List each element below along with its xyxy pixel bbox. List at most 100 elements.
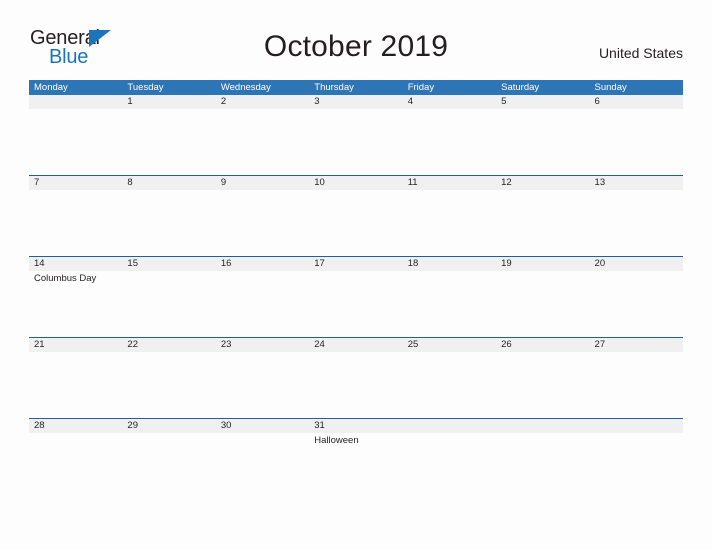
day-number: 26: [501, 339, 512, 350]
calendar-day-cell[interactable]: 13: [589, 176, 683, 256]
calendar-day-cell[interactable]: 16: [215, 257, 310, 337]
calendar-day-cell[interactable]: 27: [589, 338, 683, 418]
calendar-day-cell[interactable]: 29: [122, 419, 216, 499]
calendar-day-cell[interactable]: 12: [496, 176, 590, 256]
calendar-day-cell[interactable]: 17: [309, 257, 403, 337]
day-number: 24: [314, 339, 325, 350]
calendar-day-cell[interactable]: 22: [122, 338, 216, 418]
day-events: Columbus Day: [29, 271, 122, 285]
day-number: 2: [220, 96, 227, 107]
day-number: 29: [127, 420, 138, 431]
day-number: 8: [127, 177, 133, 188]
day-events: [403, 352, 496, 354]
calendar-day-cell[interactable]: 7: [29, 176, 123, 256]
day-events: [590, 352, 683, 354]
week-days: 1 2 3 4 5 6: [29, 95, 683, 175]
day-events: [216, 352, 309, 354]
day-number: 12: [501, 177, 512, 188]
day-events: [122, 190, 215, 192]
day-number: 13: [594, 177, 606, 188]
calendar-day-cell[interactable]: 15: [122, 257, 216, 337]
day-events: [29, 433, 122, 435]
week-days: 21 22 23 24 25 26 27: [29, 338, 683, 418]
calendar-day-cell[interactable]: 31 Halloween: [309, 419, 403, 499]
week-days: 14 Columbus Day 15 16 17 18 19 20: [29, 257, 683, 337]
day-events: [496, 352, 589, 354]
weekday-header-saturday: Saturday: [501, 82, 540, 93]
day-events: [216, 109, 309, 111]
calendar-day-cell[interactable]: [29, 95, 123, 175]
calendar-page: General Blue October 2019 United States …: [0, 0, 712, 550]
calendar-day-cell[interactable]: 24: [309, 338, 403, 418]
day-number: [496, 419, 589, 433]
week-days: 28 29 30 31 Halloween: [29, 419, 683, 499]
calendar-day-cell[interactable]: 18: [402, 257, 497, 337]
day-number: 9: [220, 177, 227, 188]
calendar-day-cell[interactable]: 19: [496, 257, 590, 337]
day-events: [29, 190, 122, 192]
day-events: [216, 433, 309, 435]
weekday-header-thursday: Thursday: [314, 82, 354, 93]
calendar-week-row: 14 Columbus Day 15 16 17 18 19 20: [29, 256, 683, 337]
day-number: 22: [127, 339, 138, 350]
calendar-week-row: 7 8 9 10 11 12 13: [29, 175, 683, 256]
calendar-day-cell[interactable]: 28: [29, 419, 123, 499]
calendar-weeks: 1 2 3 4 5 6 7 8 9 10 11 12 13 14 Columbus Day 15 16 17 18 1…: [29, 95, 683, 499]
day-events: [216, 190, 309, 192]
day-number: 20: [594, 258, 606, 269]
calendar-day-cell[interactable]: 23: [215, 338, 310, 418]
day-events: [122, 109, 215, 111]
day-events: [403, 190, 496, 192]
day-number: 15: [127, 258, 138, 269]
day-number: 11: [407, 177, 418, 188]
day-number: [403, 419, 496, 433]
calendar-day-cell[interactable]: 9: [215, 176, 310, 256]
calendar-day-cell[interactable]: 10: [309, 176, 403, 256]
calendar-day-cell[interactable]: 3: [309, 95, 403, 175]
holiday-label: Columbus Day: [34, 273, 97, 284]
calendar-day-cell[interactable]: 25: [402, 338, 497, 418]
calendar-week-row: 1 2 3 4 5 6: [29, 95, 683, 175]
day-number: 30: [220, 420, 232, 431]
day-number: 17: [314, 258, 325, 269]
calendar-day-cell[interactable]: 2: [215, 95, 310, 175]
calendar-day-cell[interactable]: [496, 419, 590, 499]
calendar-day-cell[interactable]: 26: [496, 338, 590, 418]
day-number: 23: [220, 339, 232, 350]
day-events: [590, 433, 683, 435]
day-events: [216, 271, 309, 273]
region-label: United States: [598, 45, 683, 61]
day-number: 21: [34, 339, 45, 350]
calendar-day-cell[interactable]: 5: [496, 95, 590, 175]
holiday-label: Halloween: [314, 435, 359, 446]
day-events: [590, 109, 683, 111]
day-number: 6: [594, 96, 600, 107]
day-number: 10: [314, 177, 325, 188]
weekday-header-sunday: Sunday: [594, 82, 627, 93]
calendar-day-cell[interactable]: 4: [402, 95, 497, 175]
day-events: [29, 109, 122, 111]
day-number: 19: [501, 258, 512, 269]
calendar-day-cell[interactable]: 1: [122, 95, 216, 175]
day-number: [590, 419, 683, 433]
calendar-day-cell[interactable]: 6: [589, 95, 683, 175]
calendar-day-cell[interactable]: 11: [402, 176, 497, 256]
week-days: 7 8 9 10 11 12 13: [29, 176, 683, 256]
day-events: [122, 352, 215, 354]
calendar-week-row: 28 29 30 31 Halloween: [29, 418, 683, 499]
calendar-day-cell[interactable]: 30: [215, 419, 310, 499]
day-events: [122, 271, 215, 273]
calendar-day-cell[interactable]: [402, 419, 497, 499]
day-events: [122, 433, 215, 435]
day-events: [590, 271, 683, 273]
day-number: 31: [314, 420, 325, 431]
calendar-day-cell[interactable]: 8: [122, 176, 216, 256]
calendar-day-cell[interactable]: 21: [29, 338, 123, 418]
calendar-week-row: 21 22 23 24 25 26 27: [29, 337, 683, 418]
calendar-day-cell[interactable]: 14 Columbus Day: [29, 257, 123, 337]
day-number: 16: [220, 258, 232, 269]
day-number: 1: [127, 96, 133, 107]
calendar-day-cell[interactable]: 20: [589, 257, 683, 337]
day-number: 7: [34, 177, 40, 188]
calendar-day-cell[interactable]: [589, 419, 683, 499]
